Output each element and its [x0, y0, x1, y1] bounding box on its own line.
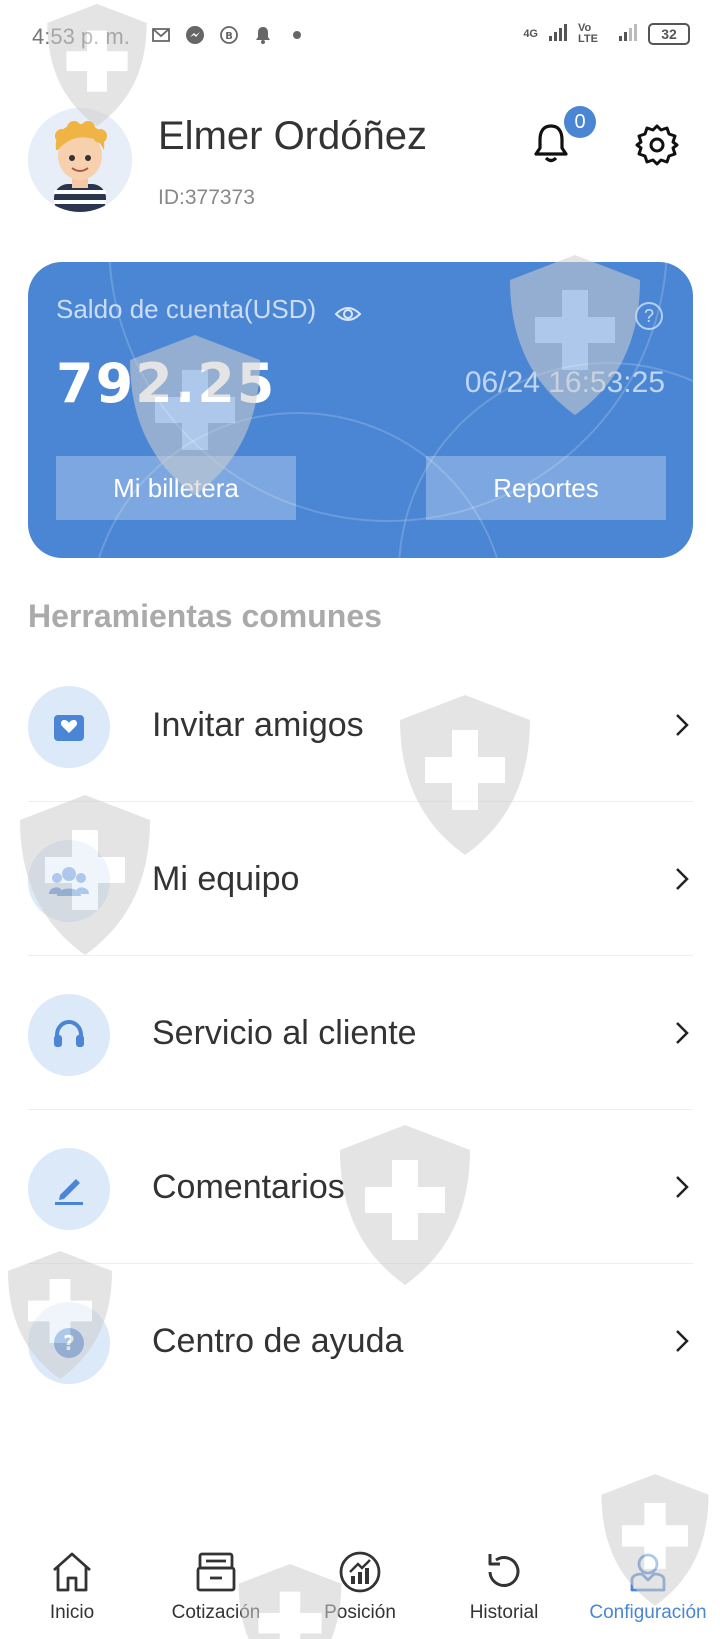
reports-button[interactable]: Reportes — [426, 456, 666, 520]
invite-icon — [28, 686, 110, 768]
balance-value: 792.25 — [56, 352, 277, 415]
notification-badge: 0 — [564, 106, 596, 138]
menu-item-invite-friends[interactable]: Invitar amigos — [28, 648, 693, 802]
chevron-right-icon — [671, 1326, 693, 1356]
settings-gear-icon[interactable] — [634, 122, 680, 168]
menu-item-label: Mi equipo — [152, 860, 300, 898]
signal-icon — [548, 22, 568, 45]
nav-quote[interactable]: Cotización — [144, 1538, 288, 1639]
bell-status-icon — [252, 24, 274, 46]
nav-home[interactable]: Inicio — [0, 1538, 144, 1639]
quote-icon — [196, 1552, 236, 1592]
chevron-right-icon — [671, 864, 693, 894]
menu-item-label: Invitar amigos — [152, 706, 364, 744]
bottom-navigation: Inicio Cotización Posición Historial Con… — [0, 1538, 720, 1639]
nav-history[interactable]: Historial — [432, 1538, 576, 1639]
nav-label: Inicio — [49, 1602, 95, 1623]
pencil-icon — [28, 1148, 110, 1230]
user-name: Elmer Ordóñez — [158, 114, 427, 158]
nav-label: Cotización — [171, 1602, 261, 1623]
nav-label: Historial — [469, 1602, 539, 1623]
nav-label: Posición — [324, 1602, 396, 1623]
menu-item-label: Servicio al cliente — [152, 1014, 417, 1052]
position-icon — [339, 1551, 381, 1593]
volte-label: Vo LTE — [578, 21, 598, 45]
gmail-icon — [150, 24, 172, 46]
menu-item-comments[interactable]: Comentarios — [28, 1110, 693, 1264]
balance-label: Saldo de cuenta(USD) — [56, 294, 317, 324]
nav-label: Configuración — [589, 1602, 707, 1623]
menu-item-label: Centro de ayuda — [152, 1322, 404, 1360]
b-app-icon: B — [218, 24, 240, 46]
nav-position[interactable]: Posición — [288, 1538, 432, 1639]
chevron-right-icon — [671, 1018, 693, 1048]
battery-icon: 32 — [648, 22, 690, 45]
network-4g-label: 4G — [523, 27, 538, 40]
chevron-right-icon — [671, 710, 693, 740]
avatar[interactable] — [28, 108, 132, 212]
wallet-button[interactable]: Mi billetera — [56, 456, 296, 520]
user-id: ID:377373 — [158, 186, 255, 209]
svg-text:B: B — [225, 31, 233, 42]
balance-help-icon[interactable]: ? — [635, 302, 663, 330]
notification-icons: B — [150, 24, 308, 46]
profile-icon — [630, 1553, 666, 1592]
messenger-icon — [184, 24, 206, 46]
menu-item-my-team[interactable]: Mi equipo — [28, 802, 693, 956]
menu-item-customer-service[interactable]: Servicio al cliente — [28, 956, 693, 1110]
svg-text:?: ? — [63, 1331, 75, 1355]
signal-2-icon — [618, 22, 638, 45]
chevron-right-icon — [671, 1172, 693, 1202]
status-time: 4:53 p. m. — [32, 24, 130, 49]
system-icons: 4G Vo LTE 32 — [523, 22, 690, 45]
help-icon: ? — [28, 1302, 110, 1384]
status-bar: 4:53 p. m. B 4G Vo LTE 32 — [0, 0, 720, 72]
balance-card: Saldo de cuenta(USD) ? 792.25 06/24 16:5… — [28, 262, 693, 558]
dot-icon — [286, 24, 308, 46]
nav-settings[interactable]: Configuración — [576, 1538, 720, 1639]
menu-item-label: Comentarios — [152, 1168, 345, 1206]
headset-icon — [28, 994, 110, 1076]
eye-icon[interactable] — [334, 300, 362, 321]
tools-section-title: Herramientas comunes — [28, 598, 382, 634]
balance-timestamp: 06/24 16:53:25 — [464, 366, 665, 399]
team-icon — [28, 840, 110, 922]
menu-item-help-center[interactable]: ? Centro de ayuda — [28, 1264, 693, 1418]
history-icon — [488, 1554, 520, 1587]
home-icon — [53, 1552, 91, 1592]
balance-label-row: Saldo de cuenta(USD) — [56, 294, 362, 325]
